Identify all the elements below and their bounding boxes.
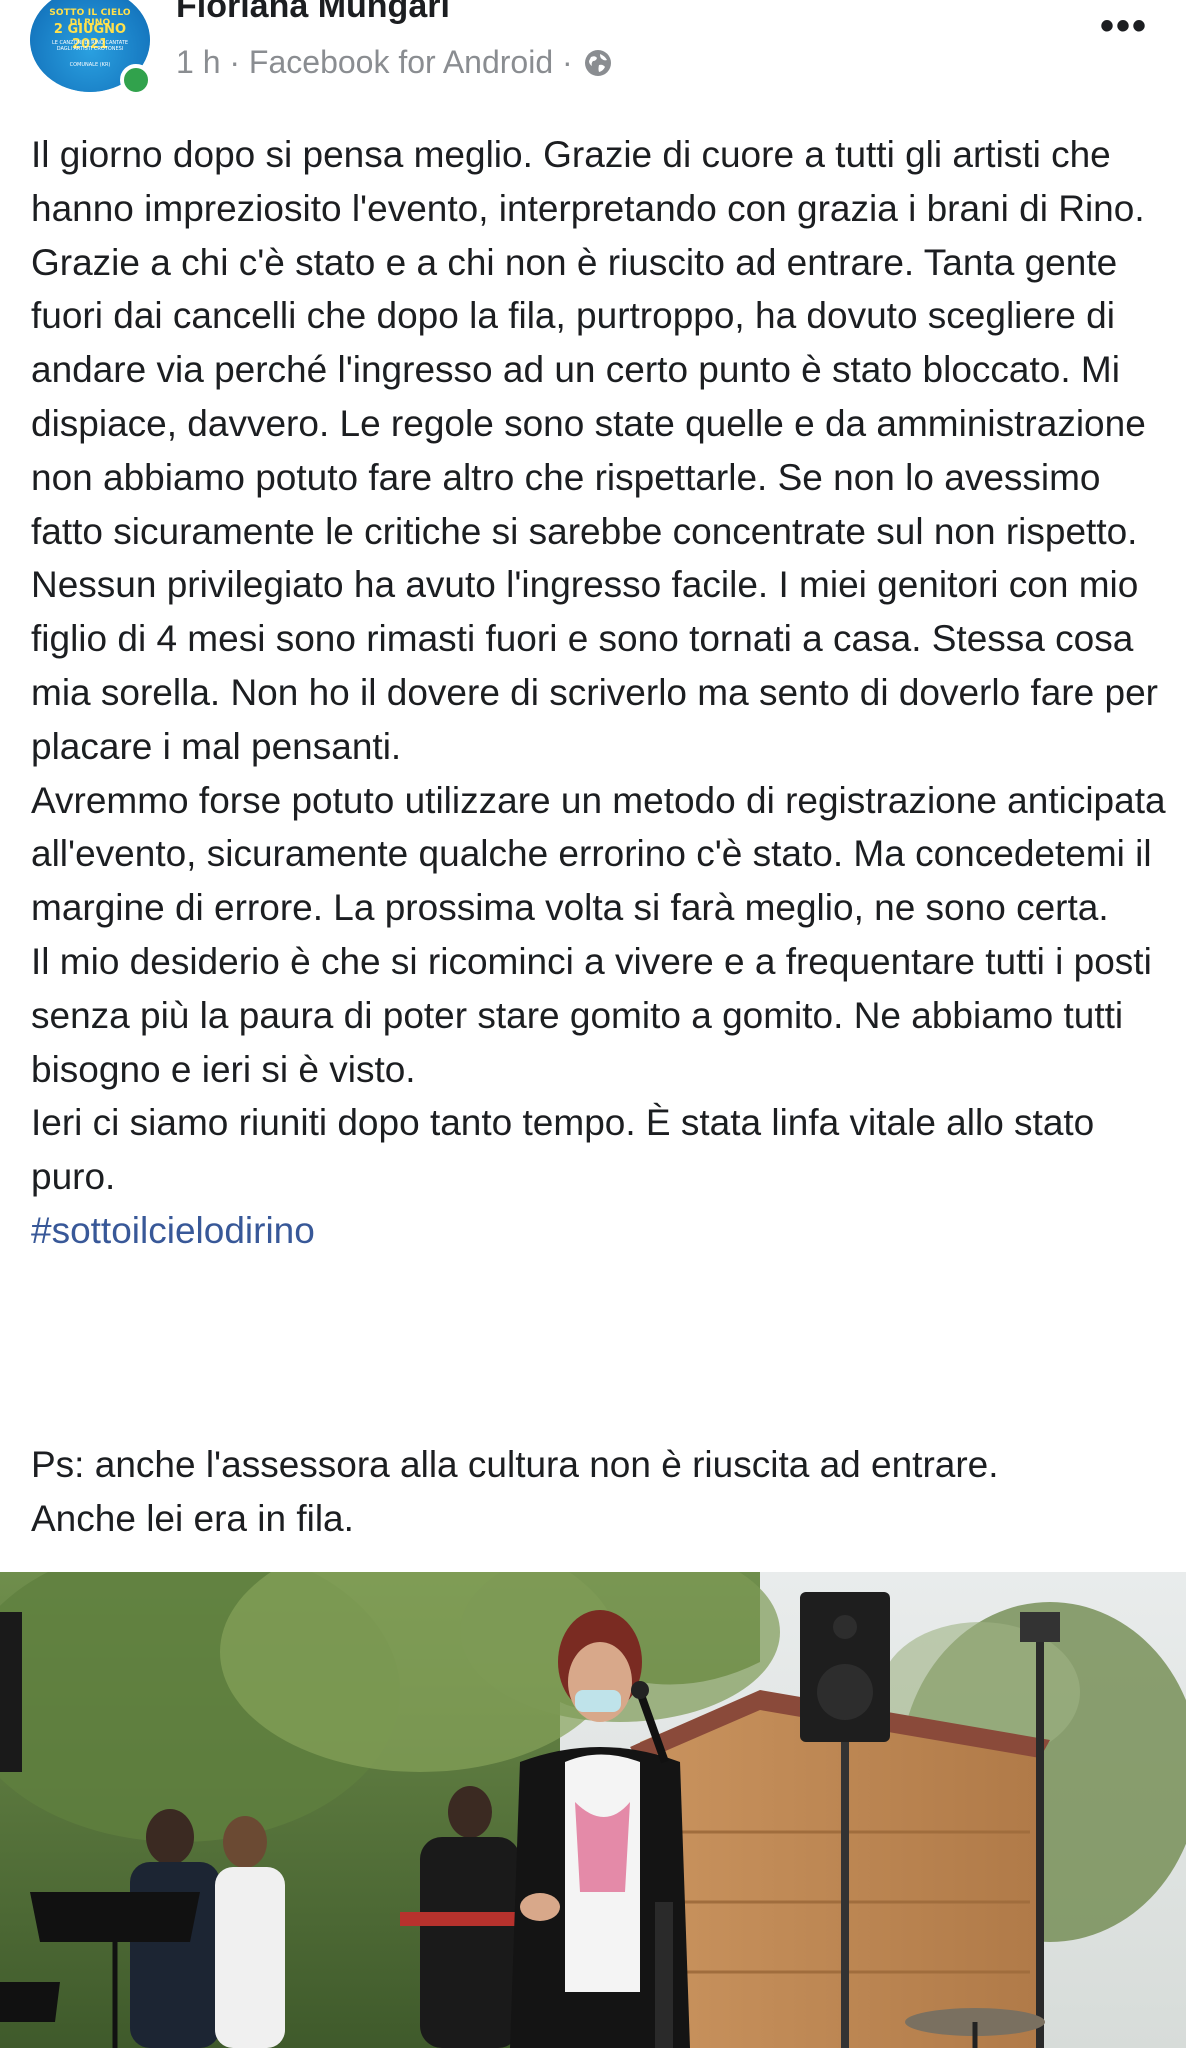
hashtag-link[interactable]: #sottoilcielodirino [31,1204,1171,1258]
online-status-dot [120,64,152,96]
post-postscript: Ps: anche l'assessora alla cultura non è… [31,1438,1171,1546]
photo-musician [146,1809,194,1865]
post-paragraph: Il giorno dopo si pensa meglio. Grazie d… [31,134,1145,229]
avatar-text-subtitle: LE CANZONI DI RINO CANTATE DAGLI ARTISTI… [51,40,129,52]
more-options-button[interactable]: ••• [1100,6,1148,46]
post-header: SOTTO IL CIELO DI RINO 2 GIUGNO 2021 LE … [0,0,1186,100]
post-paragraph: Nessun privilegiato ha avuto l'ingresso … [31,564,1158,767]
postscript-line: Ps: anche l'assessora alla cultura non è… [31,1444,999,1485]
post-meta: 1 h · Facebook for Android · [176,42,613,82]
postscript-line: Anche lei era in fila. [31,1498,354,1539]
globe-icon [583,47,613,77]
post-paragraph: Grazie a chi c'è stato e a chi non è riu… [31,241,1146,552]
post-meta-text: 1 h · Facebook for Android · [176,44,573,80]
event-photo-illustration [0,1572,1186,2048]
post-paragraph: Il mio desiderio è che si ricominci a vi… [31,940,1152,1090]
post-photo[interactable] [0,1572,1186,2048]
avatar-text-footer: COMUNALE (KR) [69,62,111,68]
post-body: Il giorno dopo si pensa meglio. Grazie d… [31,128,1171,1258]
author-name[interactable]: Floriana Mungari [176,0,450,26]
post-paragraph: Avremmo forse potuto utilizzare un metod… [31,779,1166,929]
post-paragraph: Ieri ci siamo riuniti dopo tanto tempo. … [31,1102,1095,1198]
